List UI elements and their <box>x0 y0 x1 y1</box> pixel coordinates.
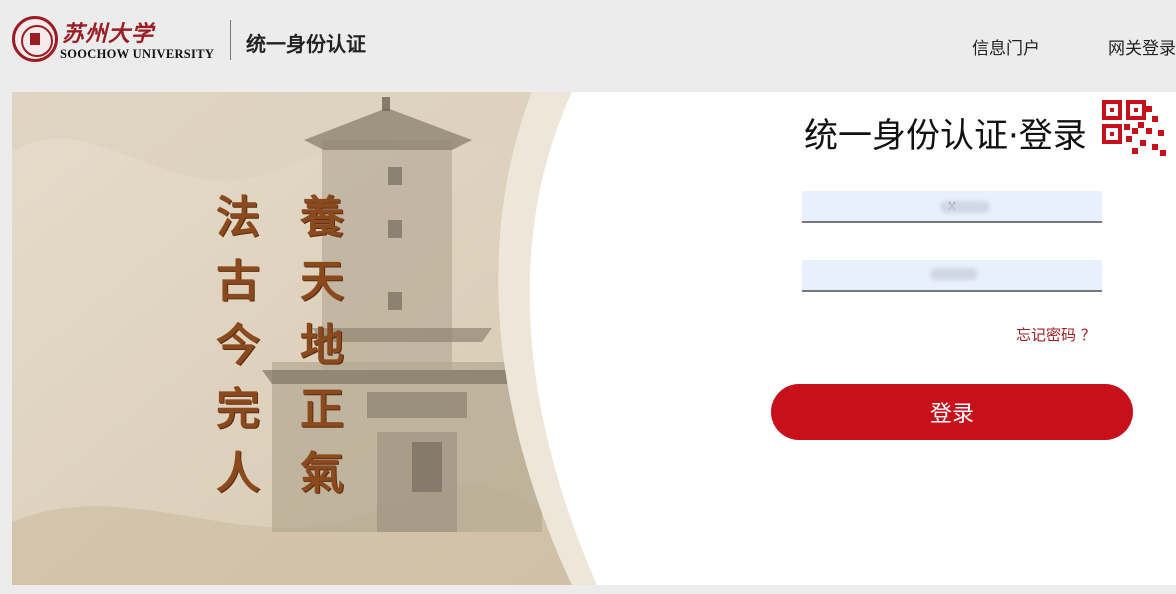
qr-code-icon[interactable] <box>1102 100 1170 158</box>
header-divider <box>230 20 231 60</box>
hero-image: 養 天 地 正 氣 法 古 今 完 人 <box>12 92 612 585</box>
username-field[interactable] <box>802 191 1102 223</box>
calligraphy-char: 完 <box>216 384 260 435</box>
university-logo-chinese: 苏州大学 <box>62 21 155 47</box>
calligraphy-char: 地 <box>300 320 344 371</box>
nav-info-portal[interactable]: 信息门户 <box>972 34 1040 59</box>
login-title: 统一身份认证·登录 <box>804 116 1087 156</box>
login-main: 養 天 地 正 氣 法 古 今 完 人 统一身份认证·登录 x 忘记密码 ？ 登… <box>12 92 1176 585</box>
forgot-password-link[interactable]: 忘记密码 ？ <box>1016 324 1096 345</box>
password-field[interactable] <box>802 260 1102 292</box>
university-logo-english: SOOCHOW UNIVERSITY <box>60 47 215 61</box>
calligraphy-right-column: 養 天 地 正 氣 <box>292 186 352 506</box>
calligraphy-char: 人 <box>216 448 260 499</box>
calligraphy-char: 法 <box>216 192 260 243</box>
calligraphy-char: 今 <box>216 320 260 371</box>
calligraphy-char: 天 <box>300 256 344 307</box>
calligraphy-char: 養 <box>300 192 344 243</box>
nav-gateway-login[interactable]: 网关登录 <box>1108 34 1176 59</box>
calligraphy-char: 古 <box>216 256 260 307</box>
calligraphy-char: 正 <box>300 384 344 435</box>
redacted-mask <box>930 268 978 280</box>
university-seal-icon <box>12 16 58 62</box>
system-title: 统一身份认证 <box>246 32 366 56</box>
calligraphy-char: 氣 <box>300 448 344 499</box>
calligraphy-left-column: 法 古 今 完 人 <box>208 186 268 506</box>
header: 苏州大学 SOOCHOW UNIVERSITY 统一身份认证 信息门户 网关登录 <box>0 0 1176 90</box>
redacted-mask <box>940 201 990 213</box>
login-button[interactable]: 登录 <box>771 384 1133 440</box>
